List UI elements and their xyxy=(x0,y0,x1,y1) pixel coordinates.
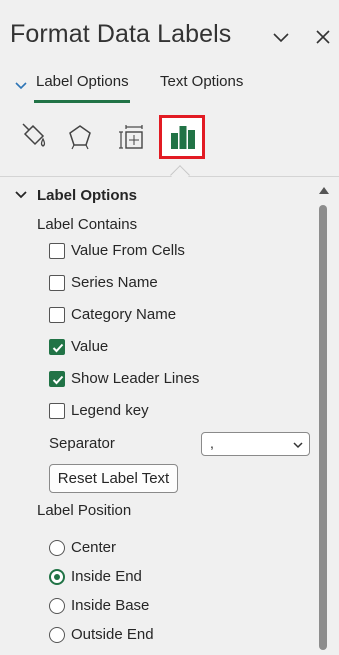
active-tab-underline xyxy=(34,100,130,103)
size-properties-icon[interactable] xyxy=(113,117,153,157)
reset-label-text-button[interactable]: Reset Label Text xyxy=(49,464,178,493)
options-tab-row: Label Options Text Options xyxy=(0,72,339,106)
separator-value: , xyxy=(210,435,214,451)
checkbox-label: Series Name xyxy=(71,274,158,291)
fill-line-icon[interactable] xyxy=(14,117,54,157)
radio-label: Inside End xyxy=(71,568,142,585)
radio-button[interactable] xyxy=(49,540,65,556)
section-chevron-down-icon xyxy=(15,191,27,199)
chevron-down-icon xyxy=(293,442,303,449)
checkbox-box[interactable] xyxy=(49,243,65,259)
label-position-heading: Label Position xyxy=(37,502,132,519)
scroll-up-arrow-icon[interactable] xyxy=(318,186,330,196)
checkbox-box-checked[interactable] xyxy=(49,339,65,355)
scrollbar-thumb[interactable] xyxy=(319,205,327,650)
section-divider xyxy=(0,176,339,177)
icon-tab-row xyxy=(0,115,339,175)
checkbox-box[interactable] xyxy=(49,275,65,291)
format-data-labels-pane: Format Data Labels Label Options Text Op… xyxy=(0,0,339,655)
radio-button[interactable] xyxy=(49,598,65,614)
radio-label: Center xyxy=(71,539,117,556)
checkmark-icon xyxy=(52,375,64,385)
tab-label-options[interactable]: Label Options xyxy=(36,73,129,90)
checkbox-label: Value From Cells xyxy=(71,242,185,259)
radio-button-selected[interactable] xyxy=(49,569,65,585)
checkbox-box[interactable] xyxy=(49,307,65,323)
separator-label: Separator xyxy=(49,435,115,452)
label-contains-heading: Label Contains xyxy=(37,216,138,233)
checkmark-icon xyxy=(52,343,64,353)
chevron-down-icon[interactable] xyxy=(270,26,292,48)
effects-icon[interactable] xyxy=(60,117,100,157)
pane-title: Format Data Labels xyxy=(10,20,232,48)
checkbox-box[interactable] xyxy=(49,403,65,419)
radio-label: Outside End xyxy=(71,626,154,643)
checkbox-box-checked[interactable] xyxy=(49,371,65,387)
tab-chevron-down-icon xyxy=(15,82,27,90)
checkbox-label: Value xyxy=(71,338,109,355)
checkbox-label: Show Leader Lines xyxy=(71,370,200,387)
checkbox-label: Category Name xyxy=(71,306,177,323)
tab-text-options[interactable]: Text Options xyxy=(160,73,243,90)
label-options-chart-icon[interactable] xyxy=(159,115,205,159)
checkbox-label: Legend key xyxy=(71,402,149,419)
section-title: Label Options xyxy=(37,187,138,204)
close-icon[interactable] xyxy=(312,26,334,48)
separator-dropdown[interactable]: , xyxy=(201,432,310,456)
radio-button[interactable] xyxy=(49,627,65,643)
radio-label: Inside Base xyxy=(71,597,150,614)
